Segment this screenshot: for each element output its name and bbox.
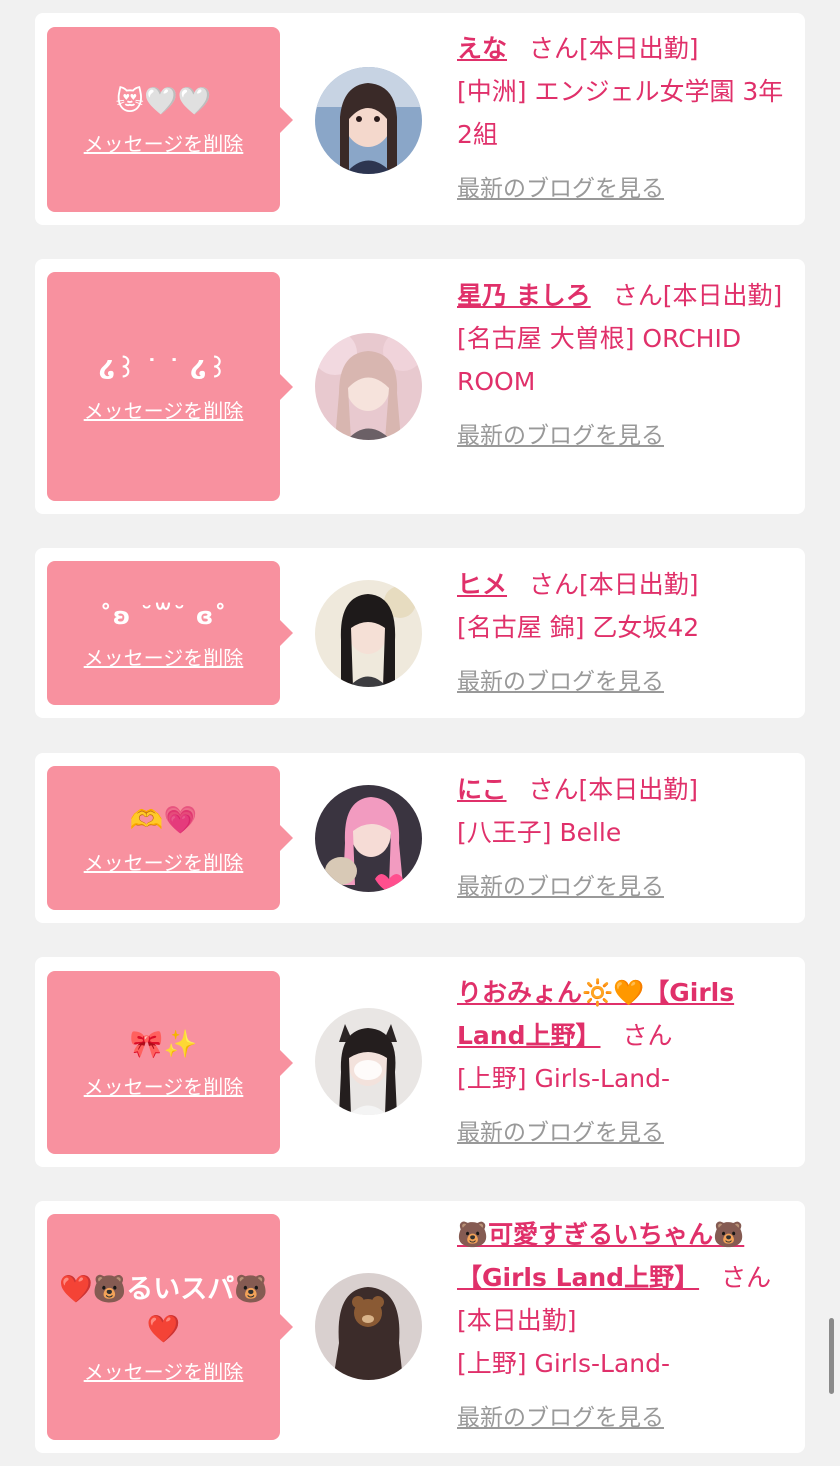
sender-name-link[interactable]: 🐻可愛すぎるいちゃん🐻【Girls Land上野】 — [457, 1220, 744, 1292]
avatar[interactable] — [315, 1008, 422, 1115]
delete-message-link[interactable]: メッセージを削除 — [84, 128, 244, 157]
location-text: [上野] Girls-Land- — [457, 1349, 671, 1378]
message-card: 😻🤍🤍 メッセージを削除 えな さん[本日出勤] [中洲] エンジェル女学園 3年… — [35, 13, 805, 225]
sender-info: 星乃 ましろ さん[本日出勤] [名古屋 大曽根] ORCHID ROOM 最新の… — [457, 274, 797, 458]
latest-blog-link[interactable]: 最新のブログを見る — [457, 1397, 664, 1440]
status-text: [本日出勤] — [662, 281, 783, 310]
sender-info: りおみょん🔆🧡【Girls Land上野】 さん [上野] Girls-Land-… — [457, 971, 797, 1155]
avatar[interactable] — [315, 785, 422, 892]
delete-message-link[interactable]: メッセージを削除 — [84, 1071, 244, 1100]
honorific: さん — [529, 34, 580, 63]
delete-message-link[interactable]: メッセージを削除 — [84, 642, 244, 671]
girl-portrait-icon — [315, 67, 422, 174]
avatar[interactable] — [315, 580, 422, 687]
avatar[interactable] — [315, 333, 422, 440]
location-text: [上野] Girls-Land- — [457, 1064, 671, 1093]
delete-message-link[interactable]: メッセージを削除 — [84, 395, 244, 424]
location-text: [名古屋 大曽根] ORCHID ROOM — [457, 324, 742, 396]
location-text: [八王子] Belle — [457, 818, 622, 847]
delete-message-link[interactable]: メッセージを削除 — [84, 1356, 244, 1385]
avatar[interactable] — [315, 67, 422, 174]
message-text: ˚ʚ ˘꒳˘ ɞ˚ — [99, 601, 228, 630]
girl-portrait-icon — [315, 580, 422, 687]
location-text: [名古屋 錦] 乙女坂42 — [457, 613, 700, 642]
delete-message-link[interactable]: メッセージを削除 — [84, 847, 244, 876]
status-text: [本日出勤] — [579, 34, 699, 63]
scrollbar[interactable] — [829, 1318, 834, 1394]
sender-info: ヒメ さん[本日出勤] [名古屋 錦] 乙女坂42 最新のブログを見る — [457, 563, 797, 704]
message-text: ❤️🐻るいスパ🐻❤️ — [59, 1273, 268, 1345]
message-card: 🫶💗 メッセージを削除 にこ さん[本日出勤] [八王子] Belle 最新のブロ… — [35, 753, 805, 923]
message-card: 🎀✨ メッセージを削除 りおみょん🔆🧡【Girls Land上野】 さん [上野]… — [35, 957, 805, 1167]
avatar[interactable] — [315, 1273, 422, 1380]
sender-info: えな さん[本日出勤] [中洲] エンジェル女学園 3年2組 最新のブログを見る — [457, 27, 797, 211]
latest-blog-link[interactable]: 最新のブログを見る — [457, 866, 664, 909]
sender-name-link[interactable]: りおみょん🔆🧡【Girls Land上野】 — [457, 978, 734, 1050]
honorific: さん — [528, 775, 579, 804]
honorific: さん — [721, 1263, 772, 1292]
message-bubble: ໒꒱ ˙ ˙ ໒꒱ メッセージを削除 — [47, 272, 293, 501]
message-card: ໒꒱ ˙ ˙ ໒꒱ メッセージを削除 星乃 ましろ さん[本日出勤] [名古屋 大… — [35, 259, 805, 514]
sender-name-link[interactable]: にこ — [457, 775, 507, 804]
girl-portrait-icon — [315, 1273, 422, 1380]
sender-name-link[interactable]: えな — [457, 34, 507, 63]
message-bubble: 🫶💗 メッセージを削除 — [47, 766, 293, 910]
sender-info: にこ さん[本日出勤] [八王子] Belle 最新のブログを見る — [457, 768, 797, 909]
latest-blog-link[interactable]: 最新のブログを見る — [457, 415, 664, 458]
message-text: ໒꒱ ˙ ˙ ໒꒱ — [99, 355, 228, 383]
girl-portrait-icon — [315, 785, 422, 892]
girl-portrait-icon — [315, 333, 422, 440]
sender-info: 🐻可愛すぎるいちゃん🐻【Girls Land上野】 さん [本日出勤] [上野] … — [457, 1213, 797, 1440]
girl-portrait-icon — [315, 1008, 422, 1115]
message-card: ❤️🐻るいスパ🐻❤️ メッセージを削除 🐻可愛すぎるいちゃん🐻【Girls La… — [35, 1201, 805, 1453]
message-text: 😻🤍🤍 — [115, 86, 212, 117]
status-text: [本日出勤] — [457, 1306, 577, 1335]
latest-blog-link[interactable]: 最新のブログを見る — [457, 168, 664, 211]
message-text: 🫶💗 — [129, 804, 198, 836]
honorific: さん — [612, 281, 663, 310]
status-text: [本日出勤] — [579, 570, 699, 599]
message-bubble: 🎀✨ メッセージを削除 — [47, 971, 293, 1154]
sender-name-link[interactable]: 星乃 ましろ — [457, 281, 591, 310]
latest-blog-link[interactable]: 最新のブログを見る — [457, 661, 664, 704]
sender-name-link[interactable]: ヒメ — [457, 570, 507, 599]
message-bubble: 😻🤍🤍 メッセージを削除 — [47, 27, 293, 212]
latest-blog-link[interactable]: 最新のブログを見る — [457, 1112, 664, 1155]
status-text: [本日出勤] — [578, 775, 699, 804]
message-card: ˚ʚ ˘꒳˘ ɞ˚ メッセージを削除 ヒメ さん[本日出勤] [名古屋 錦] 乙女… — [35, 548, 805, 718]
message-text: 🎀✨ — [129, 1029, 198, 1060]
message-bubble: ❤️🐻るいスパ🐻❤️ メッセージを削除 — [47, 1214, 293, 1440]
honorific: さん — [529, 570, 580, 599]
honorific: さん — [622, 1021, 673, 1050]
message-bubble: ˚ʚ ˘꒳˘ ɞ˚ メッセージを削除 — [47, 561, 293, 705]
location-text: [中洲] エンジェル女学園 3年2組 — [457, 77, 784, 149]
